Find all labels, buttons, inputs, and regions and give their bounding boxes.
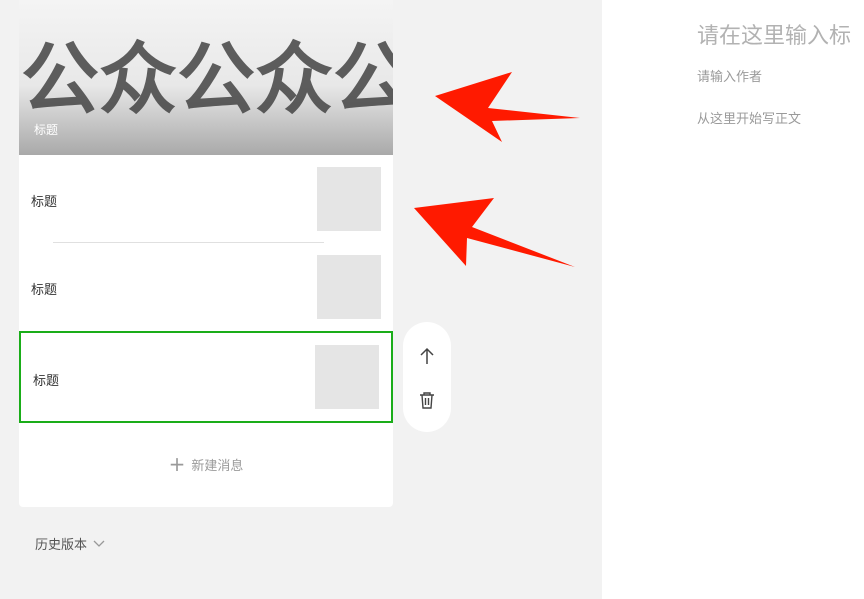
author-input[interactable]: 请输入作者	[697, 66, 762, 85]
move-up-button[interactable]	[415, 344, 439, 368]
list-item-title: 标题	[33, 374, 60, 389]
article-card: 公众公众公众 标题 标题 标题 标题 + 新建消息	[19, 0, 393, 507]
title-input[interactable]: 请在这里输入标	[697, 18, 851, 50]
thumbnail	[317, 167, 381, 231]
body-editor[interactable]: 从这里开始写正文	[697, 108, 801, 127]
arrow-up-icon	[420, 347, 434, 364]
list-item-selected[interactable]: 标题	[19, 331, 393, 423]
cover-image: 公众公众公众	[21, 35, 393, 125]
new-message-button[interactable]: + 新建消息	[19, 450, 393, 478]
new-message-label: 新建消息	[191, 458, 244, 474]
editor-pane: 请在这里输入标 请输入作者 从这里开始写正文	[602, 0, 864, 599]
cover-image-text: 公众公众公众	[21, 35, 393, 125]
annotation-arrow-second	[414, 198, 575, 267]
list-item[interactable]: 标题	[19, 155, 393, 243]
cover-article[interactable]: 公众公众公众 标题	[19, 0, 393, 155]
list-item-title: 标题	[31, 195, 58, 210]
annotation-arrow-first	[435, 72, 580, 142]
item-toolbar	[403, 322, 451, 432]
history-versions-dropdown[interactable]: 历史版本	[35, 534, 105, 553]
delete-button[interactable]	[415, 388, 439, 412]
plus-icon: +	[168, 452, 186, 476]
list-item-title: 标题	[31, 283, 58, 298]
cover-title: 标题	[34, 123, 59, 137]
thumbnail	[315, 345, 379, 409]
history-label: 历史版本	[35, 538, 88, 553]
thumbnail	[317, 255, 381, 319]
chevron-down-icon	[93, 540, 105, 547]
list-item[interactable]: 标题	[19, 243, 393, 331]
trash-icon	[420, 392, 434, 409]
article-list-pane: 公众公众公众 标题 标题 标题 标题 + 新建消息	[0, 0, 600, 599]
